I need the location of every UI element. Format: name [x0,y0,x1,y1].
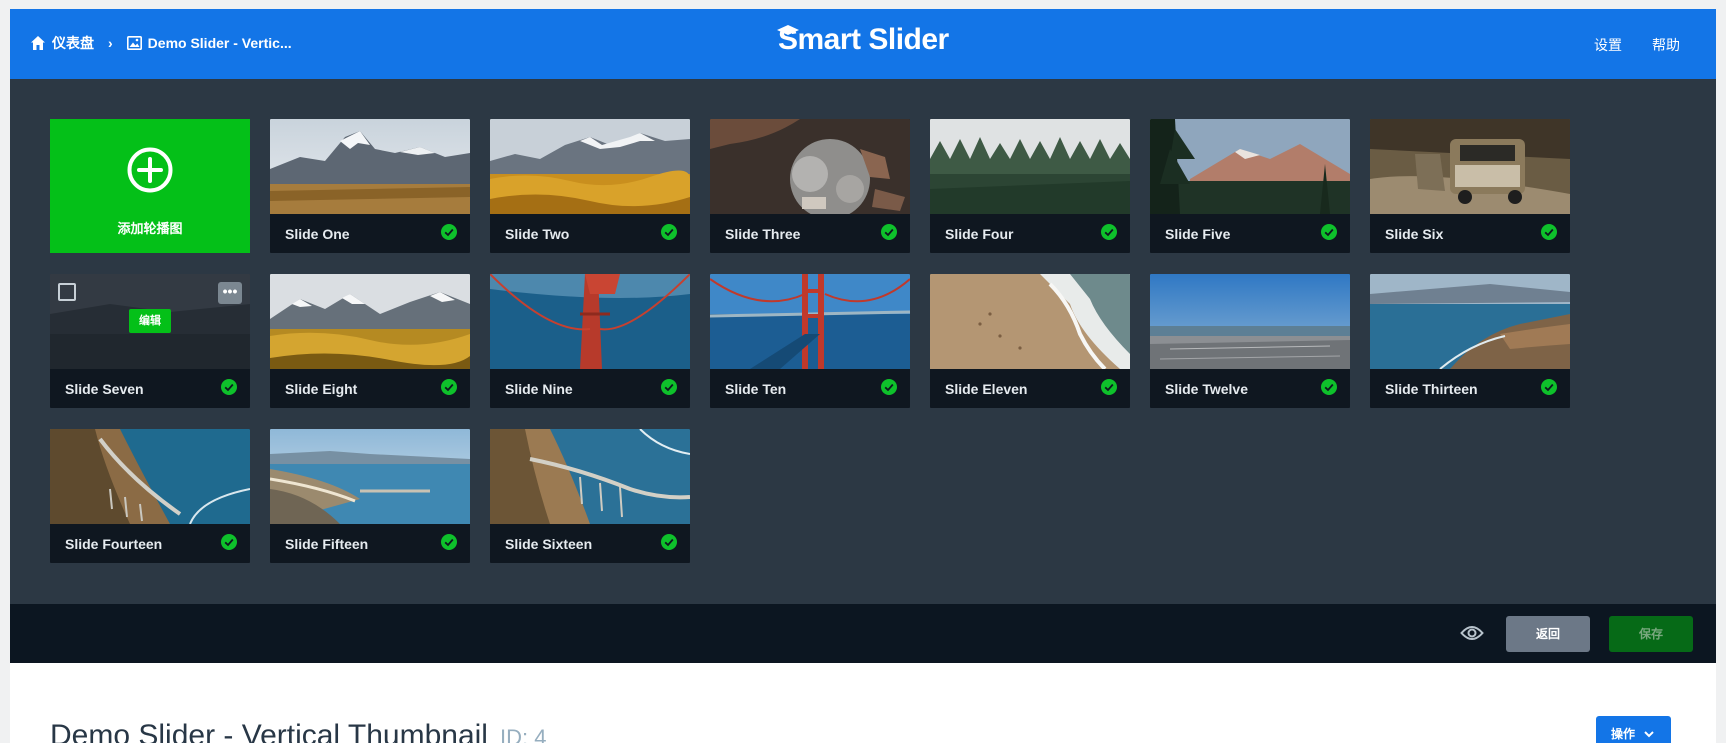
slide-title: Slide Nine [505,381,573,397]
logo-text: Smart Slider [778,23,949,56]
slide-title: Slide Fifteen [285,536,369,552]
slide-title: Slide Thirteen [1385,381,1478,397]
chevron-down-icon [1644,731,1655,738]
slide-title: Slide Fourteen [65,536,163,552]
select-checkbox[interactable] [58,283,76,301]
slide-thumbnail [930,274,1130,369]
published-check-icon[interactable] [221,534,237,550]
help-link[interactable]: 帮助 [1652,35,1680,55]
breadcrumb-dashboard[interactable]: 仪表盘 [30,33,94,53]
slide-thumbnail [710,119,910,214]
published-check-icon[interactable] [1101,224,1117,240]
slide-card[interactable]: Slide Eight [270,274,470,408]
page-title: Demo Slider - Vertical Thumbnail ID: 4 [50,719,546,743]
slide-card[interactable]: Slide Thirteen [1370,274,1570,408]
bottom-toolbar: 返回 保存 [10,604,1716,663]
slide-title: Slide One [285,226,350,242]
published-check-icon[interactable] [1541,379,1557,395]
smart-slider-logo: Smart Slider [777,23,949,57]
edit-button[interactable]: 编辑 [129,309,171,333]
slide-card[interactable]: Slide Nine [490,274,690,408]
slide-thumbnail [1150,119,1350,214]
slide-card[interactable]: Slide Six [1370,119,1570,253]
slide-thumbnail [270,274,470,369]
slide-title: Slide Two [505,226,570,242]
published-check-icon[interactable] [661,534,677,550]
slide-title: Slide Eight [285,381,358,397]
slide-card[interactable]: Slide Five [1150,119,1350,253]
more-options-button[interactable]: ••• [218,282,242,304]
home-icon [31,36,45,50]
slide-thumbnail [930,119,1130,214]
slide-card[interactable]: Slide Sixteen [490,429,690,563]
slide-card[interactable]: Slide Four [930,119,1130,253]
published-check-icon[interactable] [1101,379,1117,395]
top-bar: 仪表盘 › Demo Slider - Vertic... Smart Slid… [10,9,1716,79]
published-check-icon[interactable] [441,224,457,240]
back-button[interactable]: 返回 [1506,616,1590,652]
actions-dropdown-button[interactable]: 操作 [1596,716,1671,743]
top-links: 设置 帮助 [1594,35,1680,55]
slide-card[interactable]: Slide Fifteen [270,429,470,563]
breadcrumb-dashboard-label: 仪表盘 [52,35,94,51]
image-icon [126,36,142,50]
published-check-icon[interactable] [441,379,457,395]
slide-thumbnail [270,429,470,524]
published-check-icon[interactable] [221,379,237,395]
slide-thumbnail [490,119,690,214]
slide-thumbnail [710,274,910,369]
slide-thumbnail [490,274,690,369]
slide-card[interactable]: ••• 编辑 Slide Seven [50,274,250,408]
app-frame: 仪表盘 › Demo Slider - Vertic... Smart Slid… [10,9,1716,743]
slide-card[interactable]: Slide Fourteen [50,429,250,563]
slide-thumbnail [1370,119,1570,214]
published-check-icon[interactable] [1541,224,1557,240]
published-check-icon[interactable] [441,534,457,550]
slide-title: Slide Five [1165,226,1231,242]
slide-title: Slide Twelve [1165,381,1248,397]
slide-thumbnail [490,429,690,524]
slide-card[interactable]: Slide Ten [710,274,910,408]
published-check-icon[interactable] [881,224,897,240]
slide-thumbnail [1370,274,1570,369]
add-slide-button[interactable]: 添加轮播图 [50,119,250,253]
slide-title: Slide Seven [65,381,144,397]
breadcrumb: 仪表盘 › Demo Slider - Vertic... [30,33,292,53]
slide-title: Slide Three [725,226,801,242]
breadcrumb-slider-label: Demo Slider - Vertic... [147,35,292,51]
published-check-icon[interactable] [1321,379,1337,395]
slide-title: Slide Eleven [945,381,1028,397]
slide-thumbnail [50,429,250,524]
breadcrumb-slider[interactable]: Demo Slider - Vertic... [126,35,292,51]
chevron-right-icon: › [108,35,113,51]
slide-title: Slide Six [1385,226,1444,242]
published-check-icon[interactable] [1321,224,1337,240]
preview-eye-icon[interactable] [1460,622,1484,644]
page-title-text: Demo Slider - Vertical Thumbnail [50,719,488,743]
slide-title: Slide Ten [725,381,787,397]
slide-card[interactable]: Slide Two [490,119,690,253]
save-button[interactable]: 保存 [1609,616,1693,652]
slide-card[interactable]: Slide Three [710,119,910,253]
slide-title: Slide Four [945,226,1014,242]
add-slide-label: 添加轮播图 [117,221,183,236]
slide-card[interactable]: Slide One [270,119,470,253]
plus-circle-icon [127,147,173,193]
slide-card[interactable]: Slide Twelve [1150,274,1350,408]
slider-settings-area: Demo Slider - Vertical Thumbnail ID: 4 操作 [10,663,1716,743]
slide-card[interactable]: Slide Eleven [930,274,1130,408]
slide-thumbnail [270,119,470,214]
settings-link[interactable]: 设置 [1594,35,1622,55]
actions-label: 操作 [1611,727,1636,741]
published-check-icon[interactable] [661,379,677,395]
slide-title: Slide Sixteen [505,536,593,552]
slider-id: ID: 4 [499,725,547,743]
published-check-icon[interactable] [881,379,897,395]
slide-thumbnail [1150,274,1350,369]
published-check-icon[interactable] [661,224,677,240]
graduation-cap-icon [777,25,799,35]
